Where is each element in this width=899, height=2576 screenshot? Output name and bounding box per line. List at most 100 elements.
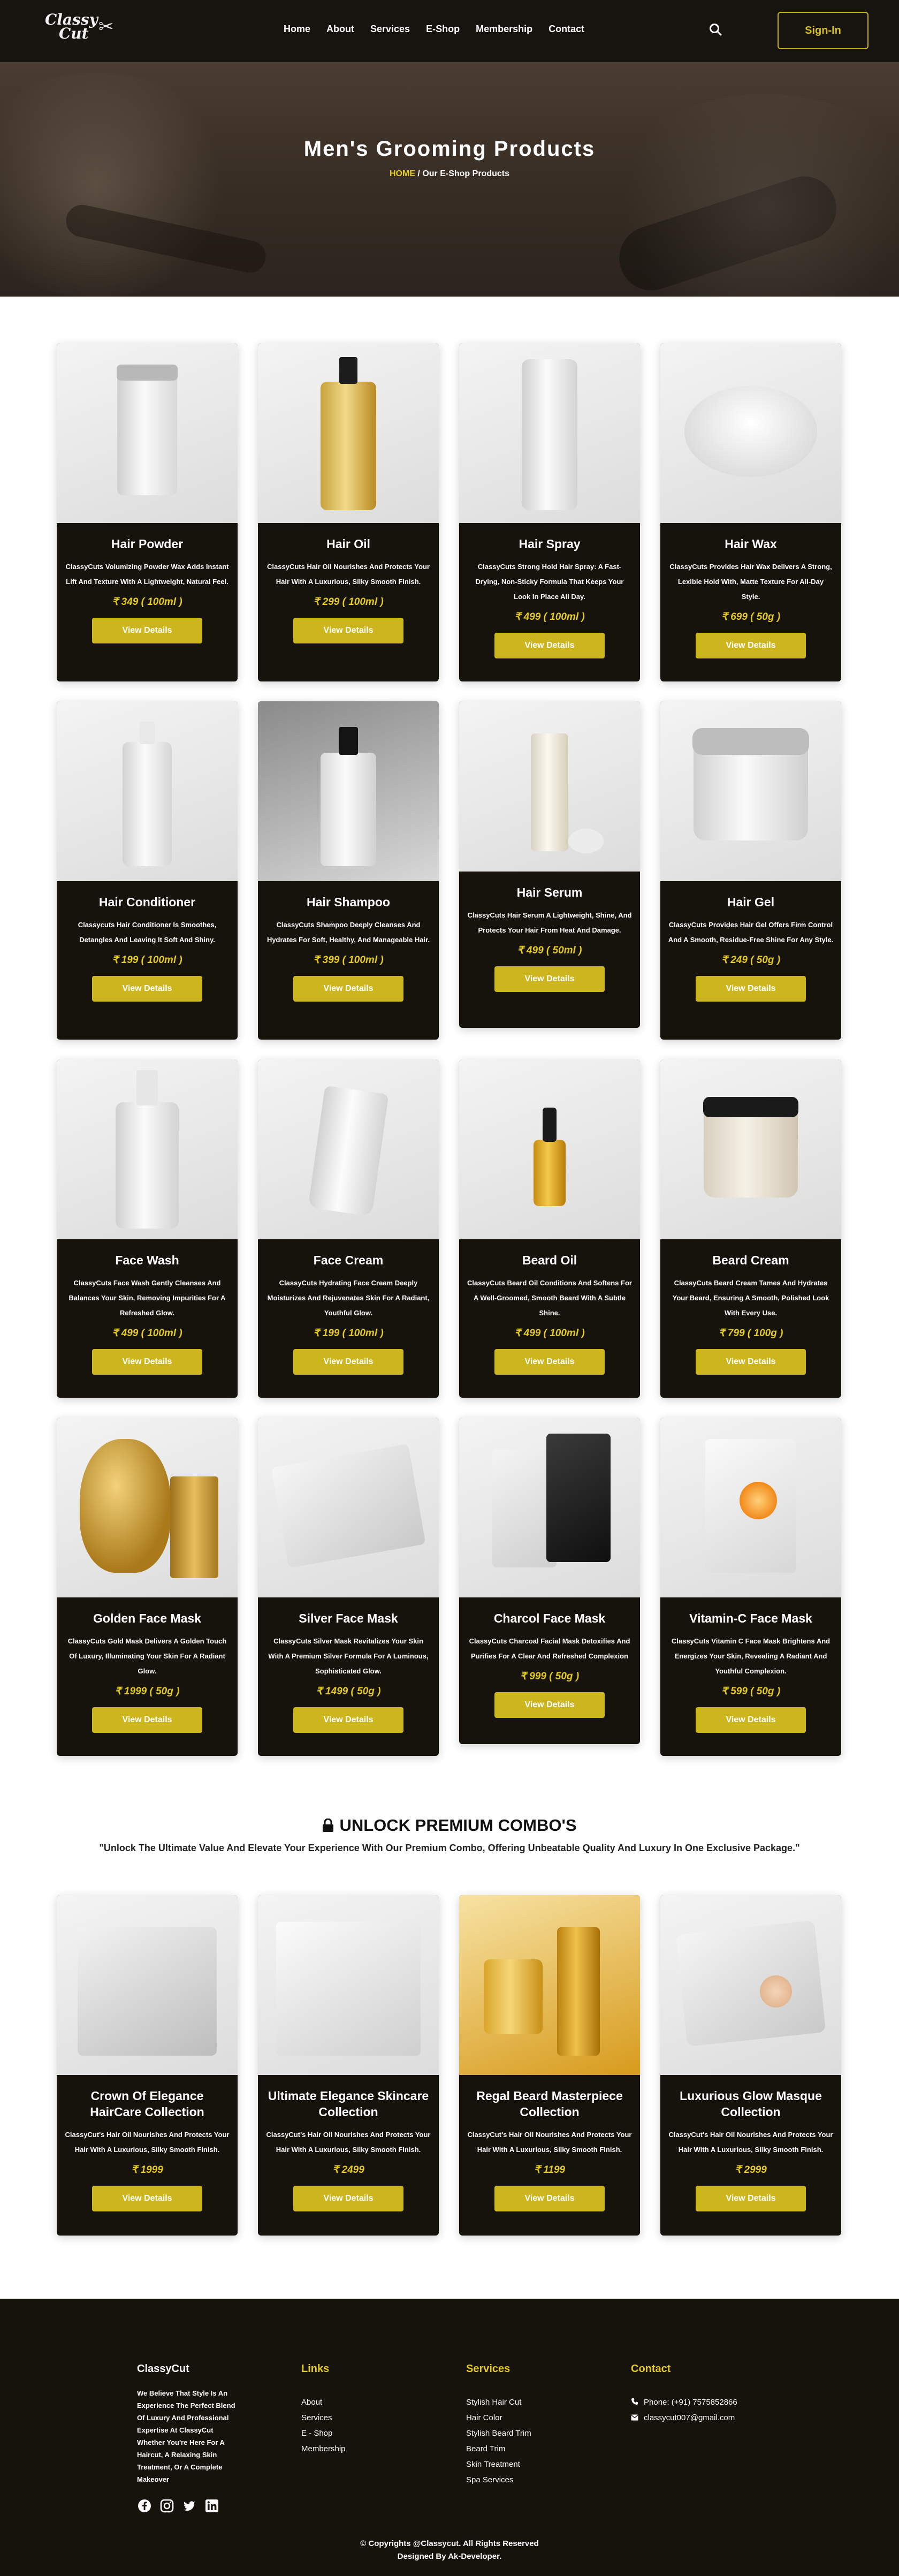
combo-card-crown-of-elegance[interactable]: Crown Of Elegance HairCare Collection Cl… bbox=[57, 1895, 238, 2236]
footer-service-item[interactable]: Stylish Beard Trim bbox=[466, 2426, 531, 2441]
logo-line2: Cut bbox=[59, 25, 89, 42]
view-details-button[interactable]: View Details bbox=[92, 1707, 202, 1733]
product-card-hair-gel[interactable]: Hair Gel ClassyCuts Provides Hair Gel Of… bbox=[660, 701, 841, 1040]
product-title: Silver Face Mask bbox=[299, 1611, 398, 1625]
product-card-hair-spray[interactable]: Hair Spray ClassyCuts Strong Hold Hair S… bbox=[459, 343, 640, 681]
product-price: ₹ 199 ( 100ml ) bbox=[112, 954, 182, 966]
facebook-icon[interactable] bbox=[137, 2498, 152, 2513]
product-card-hair-shampoo[interactable]: Hair Shampoo ClassyCuts Shampoo Deeply C… bbox=[258, 701, 439, 1040]
nav-eshop[interactable]: E-Shop bbox=[426, 24, 460, 35]
product-card-beard-oil[interactable]: Beard Oil ClassyCuts Beard Oil Condition… bbox=[459, 1059, 640, 1398]
footer-service-item[interactable]: Beard Trim bbox=[466, 2441, 531, 2457]
product-title: Hair Conditioner bbox=[98, 895, 196, 909]
product-card-hair-oil[interactable]: Hair Oil ClassyCuts Hair Oil Nourishes A… bbox=[258, 343, 439, 681]
view-details-button[interactable]: View Details bbox=[494, 633, 605, 658]
view-details-button[interactable]: View Details bbox=[293, 1707, 403, 1733]
combo-description: ClassyCut's Hair Oil Nourishes And Prote… bbox=[65, 2131, 230, 2154]
product-card-vitamin-c-face-mask[interactable]: Vitamin-C Face Mask ClassyCuts Vitamin C… bbox=[660, 1418, 841, 1756]
view-details-button[interactable]: View Details bbox=[696, 1707, 806, 1733]
footer-link-services[interactable]: Services bbox=[301, 2410, 346, 2426]
view-details-button[interactable]: View Details bbox=[293, 1349, 403, 1375]
nav-membership[interactable]: Membership bbox=[476, 24, 532, 35]
product-price: ₹ 999 ( 50g ) bbox=[520, 1671, 580, 1682]
product-title: Hair Spray bbox=[519, 537, 581, 551]
sign-in-button[interactable]: Sign-In bbox=[778, 12, 868, 49]
footer-service-item[interactable]: Hair Color bbox=[466, 2410, 531, 2426]
footer-link-membership[interactable]: Membership bbox=[301, 2441, 346, 2457]
product-description: ClassyCuts Hair Serum A Lightweight, Shi… bbox=[467, 911, 632, 934]
footer-link-eshop[interactable]: E - Shop bbox=[301, 2426, 346, 2441]
footer-service-item[interactable]: Stylish Hair Cut bbox=[466, 2395, 531, 2410]
footer-brand-column: ClassyCut We Believe That Style Is An Ex… bbox=[137, 2363, 239, 2513]
product-price: ₹ 1999 ( 50g ) bbox=[115, 1686, 180, 1697]
product-description: ClassyCuts Provides Hair Wax Delivers A … bbox=[669, 563, 832, 601]
view-details-button[interactable]: View Details bbox=[293, 2186, 403, 2211]
breadcrumb-home-link[interactable]: HOME bbox=[390, 169, 415, 178]
combo-price: ₹ 2999 bbox=[735, 2164, 767, 2176]
product-image bbox=[57, 1418, 238, 1597]
view-details-button[interactable]: View Details bbox=[696, 2186, 806, 2211]
footer-service-item[interactable]: Skin Treatment bbox=[466, 2457, 531, 2472]
search-icon[interactable] bbox=[708, 22, 722, 36]
view-details-button[interactable]: View Details bbox=[494, 1349, 605, 1375]
hero-background-shape bbox=[611, 168, 845, 297]
hero-banner: Men's Grooming Products HOME / Our E-Sho… bbox=[0, 62, 899, 297]
product-title: Hair Shampoo bbox=[307, 895, 390, 909]
footer-email[interactable]: classycut007@gmail.com bbox=[644, 2413, 735, 2422]
product-description: ClassyCuts Gold Mask Delivers A Golden T… bbox=[67, 1637, 227, 1675]
product-price: ₹ 199 ( 100ml ) bbox=[313, 1328, 384, 1339]
view-details-button[interactable]: View Details bbox=[696, 633, 806, 658]
breadcrumb-current: / Our E-Shop Products bbox=[415, 169, 509, 178]
instagram-icon[interactable] bbox=[159, 2498, 174, 2513]
view-details-button[interactable]: View Details bbox=[92, 618, 202, 643]
view-details-button[interactable]: View Details bbox=[494, 2186, 605, 2211]
product-title: Golden Face Mask bbox=[93, 1611, 201, 1625]
combo-image bbox=[660, 1895, 841, 2075]
view-details-button[interactable]: View Details bbox=[293, 976, 403, 1002]
product-card-hair-conditioner[interactable]: Hair Conditioner Classycuts Hair Conditi… bbox=[57, 701, 238, 1040]
product-description: Classycuts Hair Conditioner Is Smoothes,… bbox=[78, 921, 217, 944]
view-details-button[interactable]: View Details bbox=[293, 618, 403, 643]
view-details-button[interactable]: View Details bbox=[494, 1692, 605, 1718]
combo-card-ultimate-elegance[interactable]: Ultimate Elegance Skincare Collection Cl… bbox=[258, 1895, 439, 2236]
product-card-golden-face-mask[interactable]: Golden Face Mask ClassyCuts Gold Mask De… bbox=[57, 1418, 238, 1756]
nav-home[interactable]: Home bbox=[284, 24, 310, 35]
product-card-hair-serum[interactable]: Hair Serum ClassyCuts Hair Serum A Light… bbox=[459, 701, 640, 1028]
view-details-button[interactable]: View Details bbox=[92, 2186, 202, 2211]
twitter-icon[interactable] bbox=[182, 2498, 197, 2513]
footer-phone[interactable]: Phone: (+91) 7575852866 bbox=[644, 2398, 737, 2407]
footer-link-about[interactable]: About bbox=[301, 2395, 346, 2410]
product-card-beard-cream[interactable]: Beard Cream ClassyCuts Beard Cream Tames… bbox=[660, 1059, 841, 1398]
product-title: Hair Gel bbox=[727, 895, 775, 909]
nav-about[interactable]: About bbox=[326, 24, 354, 35]
nav-services[interactable]: Services bbox=[370, 24, 410, 35]
combo-card-luxurious-glow[interactable]: Luxurious Glow Masque Collection ClassyC… bbox=[660, 1895, 841, 2236]
view-details-button[interactable]: View Details bbox=[92, 976, 202, 1002]
linkedin-icon[interactable] bbox=[204, 2498, 219, 2513]
main-nav: Home About Services E-Shop Membership Co… bbox=[284, 24, 600, 35]
view-details-button[interactable]: View Details bbox=[494, 966, 605, 992]
view-details-button[interactable]: View Details bbox=[92, 1349, 202, 1375]
product-image bbox=[258, 343, 439, 523]
classycut-logo[interactable]: Classy Cut ✂ bbox=[45, 12, 131, 45]
view-details-button[interactable]: View Details bbox=[696, 1349, 806, 1375]
site-header: Classy Cut ✂ Home About Services E-Shop … bbox=[0, 0, 899, 62]
product-description: ClassyCuts Hydrating Face Cream Deeply M… bbox=[267, 1279, 430, 1317]
footer-service-item[interactable]: Spa Services bbox=[466, 2472, 531, 2488]
view-details-button[interactable]: View Details bbox=[696, 976, 806, 1002]
combo-subtitle: "Unlock The Ultimate Value And Elevate Y… bbox=[99, 1843, 800, 1853]
nav-contact[interactable]: Contact bbox=[548, 24, 584, 35]
product-card-hair-wax[interactable]: Hair Wax ClassyCuts Provides Hair Wax De… bbox=[660, 343, 841, 681]
product-card-silver-face-mask[interactable]: Silver Face Mask ClassyCuts Silver Mask … bbox=[258, 1418, 439, 1756]
combo-description: ClassyCut's Hair Oil Nourishes And Prote… bbox=[266, 2131, 431, 2154]
product-card-charcol-face-mask[interactable]: Charcol Face Mask ClassyCuts Charcoal Fa… bbox=[459, 1418, 640, 1744]
product-price: ₹ 399 ( 100ml ) bbox=[313, 954, 384, 966]
product-card-face-wash[interactable]: Face Wash ClassyCuts Face Wash Gently Cl… bbox=[57, 1059, 238, 1398]
lock-icon bbox=[323, 1819, 334, 1832]
product-card-hair-powder[interactable]: Hair Powder ClassyCuts Volumizing Powder… bbox=[57, 343, 238, 681]
product-card-face-cream[interactable]: Face Cream ClassyCuts Hydrating Face Cre… bbox=[258, 1059, 439, 1398]
combo-image bbox=[57, 1895, 238, 2075]
product-image bbox=[660, 1059, 841, 1239]
product-image bbox=[57, 701, 238, 881]
combo-card-regal-beard[interactable]: Regal Beard Masterpiece Collection Class… bbox=[459, 1895, 640, 2236]
